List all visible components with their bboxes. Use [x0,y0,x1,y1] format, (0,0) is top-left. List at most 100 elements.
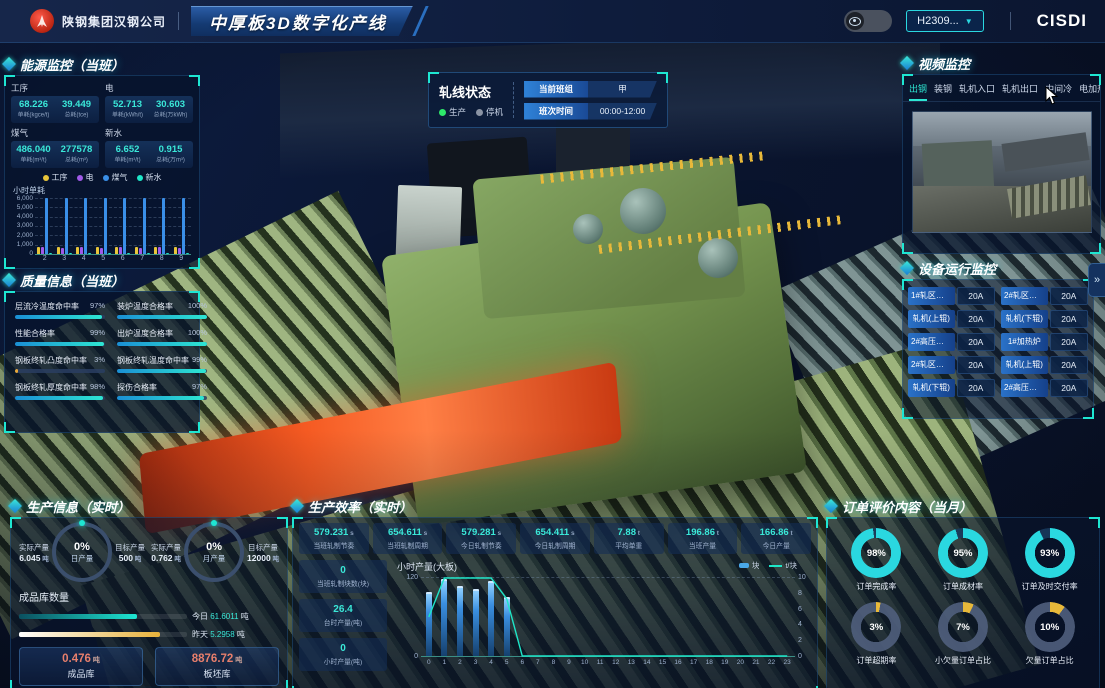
efficiency-stat: 7.88 t平均单重 [594,523,664,554]
efficiency-panel-title: 生产效率（实时） [308,497,412,516]
panel-collapse-handle[interactable]: » [1088,263,1105,297]
energy-group-box: 486.040单耗(m³/t)277578总耗(m³) [11,141,99,168]
equipment-label-button[interactable]: 2#高压除… [1001,379,1048,397]
energy-value: 486.040 [12,144,55,155]
energy-bar-电 [178,248,181,254]
gauge-percent: 0% [206,541,222,553]
video-tab-中间冷[interactable]: 中间冷 [1045,82,1072,101]
efficiency-stat-label: 当班轧制周期 [374,540,442,550]
inventory-bar-text: 昨天 5.2958 吨 [192,629,245,640]
video-tab-出钢[interactable]: 出钢 [909,82,927,101]
left-tick: 0 [414,653,418,660]
quality-item-value: 97% [192,382,207,393]
energy-bar-group [133,198,153,254]
efficiency-stat-label: 今日轧制节奏 [447,540,515,550]
steel-id-dropdown[interactable]: H2309... ▼ [906,10,984,32]
energy-value-label: 总耗(tce) [58,111,95,120]
quality-item-label: 装炉温度合格率 [117,301,173,312]
header-divider [1010,12,1011,30]
equipment-panel-title: 设备运行监控 [918,259,996,278]
energy-group-cell: 486.040单耗(m³/t) [12,144,55,165]
hour-xlabel: 17 [686,659,702,666]
energy-monitor-panel: 能源监控（当班） 工序68.226单耗(kgce/t)39.449总耗(tce)… [4,56,200,269]
inventory-bar-day: 今日 [192,612,210,621]
quality-item: 探伤合格率97% [117,382,207,400]
order-donut-value: 95% [938,528,988,578]
efficiency-stat-value: 654.611 s [374,527,442,538]
gauge-ring: 0%月产量 [184,522,244,582]
efficiency-stat-value: 579.281 s [447,527,515,538]
line-status-row-label: 班次时间 [524,103,588,120]
quality-item-top: 性能合格率99% [15,328,105,339]
hourly-chart-xlabels: 01234567891011121314151617181920212223 [421,659,795,666]
equipment-label-button[interactable]: 2#轧区辅… [1001,287,1048,305]
equipment-pair: 2#高压除…20A [1001,379,1088,397]
equipment-label-button[interactable]: 轧机(上辊) [908,310,955,328]
video-tab-电加热[interactable]: 电加热 [1079,82,1100,101]
cisdi-logo: CISDI [1037,11,1087,31]
efficiency-stat-value: 196.86 t [669,527,737,538]
equipment-pair: 2#轧区辅…20A [1001,287,1088,305]
energy-bar-新水 [49,253,52,254]
efficiency-side-label: 台时产量(吨) [301,617,385,627]
energy-bar-电 [61,248,64,254]
inventory-bar-text: 今日 61.6011 吨 [192,611,249,622]
energy-legend-item: 工序 [43,172,68,183]
visibility-toggle[interactable] [844,10,892,32]
energy-bar-煤气 [65,198,68,254]
app-title: 中厚板3D数字化产线 [209,9,387,34]
hour-xlabel: 15 [655,659,671,666]
energy-value: 6.652 [106,144,149,155]
equipment-label-button[interactable]: 轧机(上辊) [1001,356,1048,374]
company-logo-icon [30,9,54,33]
quality-item-top: 钢板终轧厚度命中率98% [15,382,105,393]
energy-group-name: 煤气 [11,127,99,139]
energy-legend-label: 电 [86,172,94,183]
legend-dot-icon [77,175,83,181]
gauge-unit: 吨 [40,556,48,563]
energy-bar-新水 [186,253,189,254]
efficiency-stat-unit: t [789,530,793,537]
inventory-bar-fill [19,632,160,637]
video-tab-轧机出口[interactable]: 轧机出口 [1002,82,1038,101]
efficiency-side-value: 0 [301,565,385,576]
energy-ytick: 0 [29,250,33,257]
efficiency-stat: 579.231 s当班轧制节奏 [299,523,369,554]
equipment-row: 轧机(下辊)20A 2#高压除…20A [908,379,1088,397]
energy-bar-煤气 [162,198,165,254]
energy-group-cell: 0.915总耗(万m³) [149,144,192,165]
energy-bar-新水 [127,253,130,254]
line-status-legend-label: 停机 [486,106,503,118]
energy-bar-工序 [174,247,177,254]
energy-bar-工序 [135,247,138,254]
video-tab-轧机入口[interactable]: 轧机入口 [959,82,995,101]
quality-progress-fill [15,369,18,373]
line-status-legend-label: 生产 [449,106,466,118]
equipment-label-button[interactable]: 1#轧区辅… [908,287,955,305]
hourly-chart-plot: 1200 1086420 [421,577,795,657]
energy-legend-label: 煤气 [112,172,128,183]
efficiency-side-label: 当班轧制块数(块) [301,578,385,588]
order-donut-value: 10% [1025,602,1075,652]
equipment-value: 20A [1050,287,1088,305]
efficiency-stat-unit: t [636,530,640,537]
diamond-icon [2,273,16,287]
warehouse-box: 8876.72 吨板坯库 [155,647,279,686]
equipment-label-button[interactable]: 轧机(下辊) [908,379,955,397]
equipment-label-button[interactable]: 2#高压除… [908,333,955,351]
equipment-value: 20A [957,379,995,397]
hour-xlabel: 7 [530,659,546,666]
warehouse-box-value: 8876.72 吨 [158,653,276,665]
energy-value: 30.603 [149,99,192,110]
energy-value: 39.449 [55,99,98,110]
quality-progress-track [117,396,207,400]
equipment-label-button[interactable]: 轧机(下辊) [1001,310,1048,328]
equipment-label-button[interactable]: 1#加热炉 [1001,333,1048,351]
video-tab-装钢[interactable]: 装钢 [934,82,952,101]
energy-group: 新水6.652单耗(m³/t)0.915总耗(万m³) [105,126,193,168]
energy-xlabel: 2 [35,255,55,262]
inventory-bars: 今日 61.6011 吨昨天 5.2958 吨 [19,611,279,640]
equipment-label-button[interactable]: 2#轧区辅… [908,356,955,374]
warehouse-box: 0.476 吨成品库 [19,647,143,686]
diamond-icon [900,261,914,275]
